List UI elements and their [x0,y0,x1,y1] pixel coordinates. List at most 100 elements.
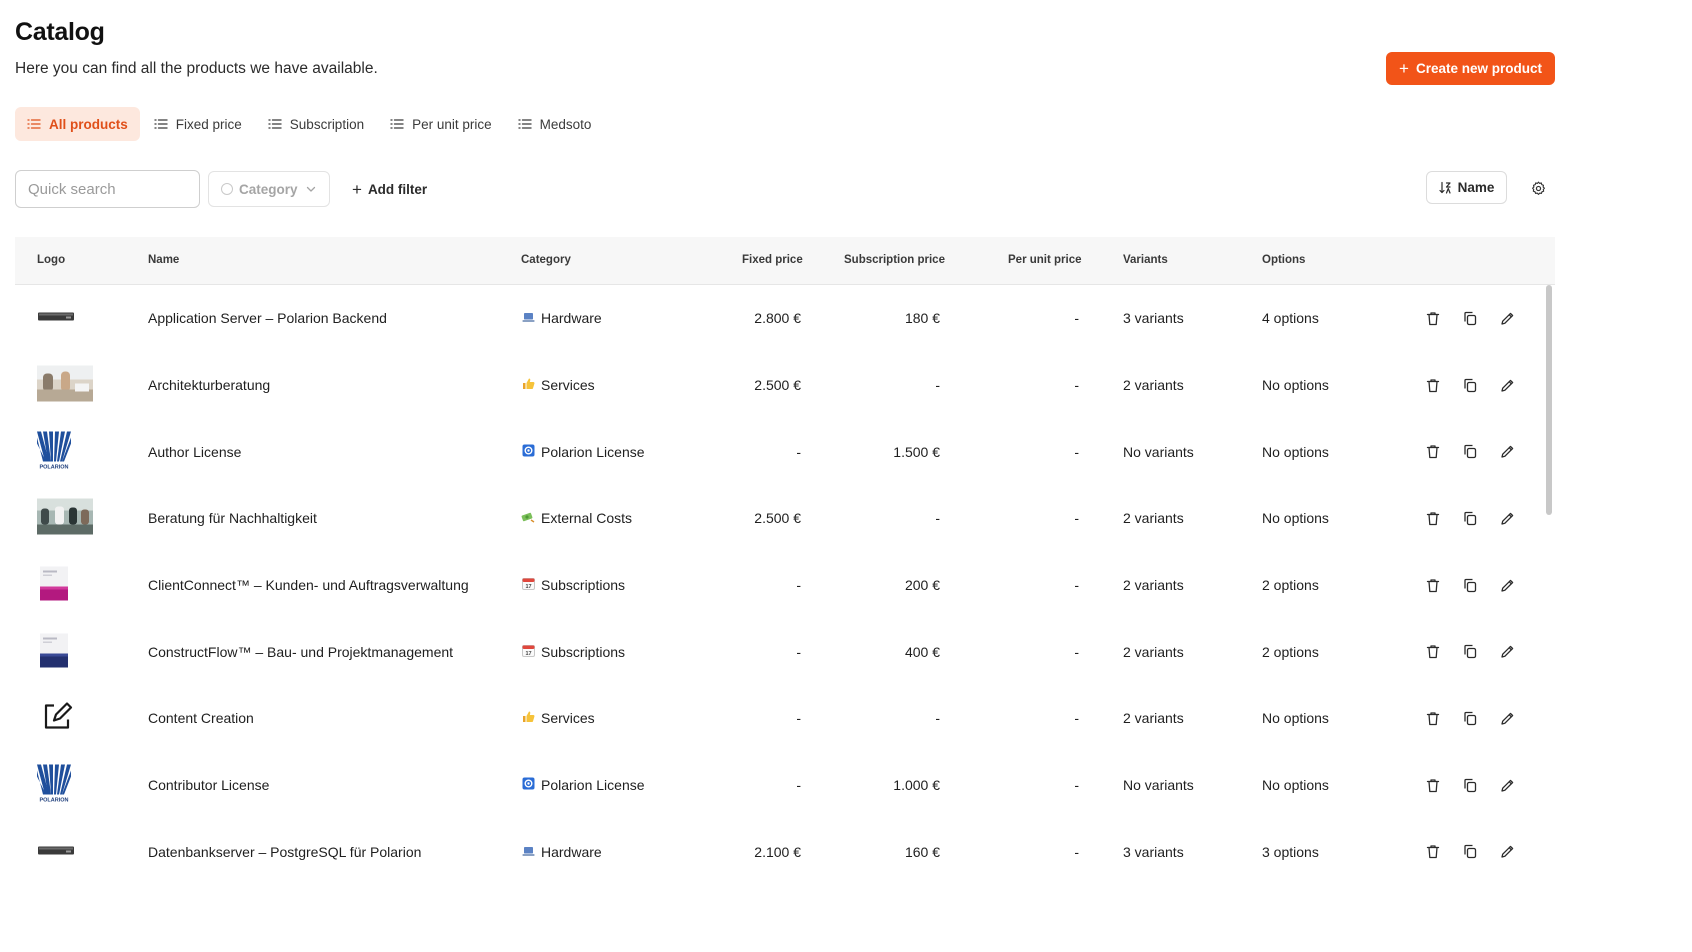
options-count: No options [1262,510,1329,527]
table-row[interactable]: Architekturberatung Services 2.500 € - - 2 va… [15,352,1555,419]
product-logo-image [37,631,71,672]
product-name: Application Server – Polarion Backend [148,310,387,327]
delete-icon[interactable] [1425,510,1441,526]
edit-icon[interactable] [1499,710,1515,726]
fixed-price-value: - [796,643,801,660]
sort-icon [1439,181,1451,194]
table-body: Application Server – Polarion Backend Har… [15,285,1555,885]
duplicate-icon[interactable] [1462,377,1478,393]
product-name: ConstructFlow™ – Bau- und Projektmanagem… [148,643,454,660]
delete-icon[interactable] [1425,844,1441,860]
delete-icon[interactable] [1425,310,1441,326]
category-label: External Costs [541,510,633,527]
tab-medsoto[interactable]: Medsoto [506,107,604,141]
category-filter-label: Category [239,181,298,197]
delete-icon[interactable] [1425,444,1441,460]
per-unit-price-value: - [1074,843,1079,860]
subscription-price-value: - [935,377,940,394]
create-product-button[interactable]: + Create new product [1386,52,1555,85]
variants-count: No variants [1123,443,1194,460]
edit-icon[interactable] [1499,310,1515,326]
category-label: Polarion License [541,443,645,460]
product-name: Datenbankserver – PostgreSQL für Polario… [148,843,422,860]
add-filter-button[interactable]: + Add filter [344,175,435,204]
fixed-price-value: 2.800 € [754,310,801,327]
fixed-price-value: - [796,577,801,594]
tab-label: Medsoto [539,116,592,132]
options-count: No options [1262,377,1329,394]
duplicate-icon[interactable] [1462,644,1478,660]
polarion-badge-icon [521,777,535,793]
delete-icon[interactable] [1425,644,1441,660]
tab-all-products[interactable]: All products [15,107,140,141]
calendar-icon: 17 [521,644,535,660]
product-tabs: All products Fixed price Subscription Pe… [15,107,603,141]
edit-icon[interactable] [1499,577,1515,593]
duplicate-icon[interactable] [1462,777,1478,793]
sort-button[interactable]: Name [1426,171,1507,204]
edit-icon[interactable] [1499,777,1515,793]
table-row[interactable]: Beratung für Nachhaltigkeit External Cost… [15,485,1555,552]
per-unit-price-value: - [1074,777,1079,794]
product-name: Content Creation [148,710,254,727]
fixed-price-value: 2.100 € [754,843,801,860]
calendar-icon: 17 [521,577,535,593]
delete-icon[interactable] [1425,777,1441,793]
tab-label: Fixed price [175,116,242,132]
row-actions [1425,710,1515,726]
edit-icon[interactable] [1499,644,1515,660]
edit-icon[interactable] [1499,510,1515,526]
duplicate-icon[interactable] [1462,710,1478,726]
edit-icon[interactable] [1499,377,1515,393]
duplicate-icon[interactable] [1462,444,1478,460]
product-category: Hardware [521,844,602,860]
list-icon [517,119,532,129]
product-category: External Costs [521,510,632,526]
table-row[interactable]: Content Creation Services - - - 2 variants No … [15,685,1555,752]
tab-subscription[interactable]: Subscription [256,107,376,141]
edit-icon[interactable] [1499,444,1515,460]
money-icon [521,511,535,526]
duplicate-icon[interactable] [1462,577,1478,593]
variants-count: 3 variants [1123,843,1184,860]
per-unit-price-value: - [1074,510,1079,527]
tab-label: Per unit price [412,116,492,132]
table-row[interactable]: POLARION Author License Polarion License - 1… [15,418,1555,485]
category-label: Subscriptions [541,577,626,594]
table-row[interactable]: ConstructFlow™ – Bau- und Projektmanagem… [15,618,1555,685]
table-settings-button[interactable] [1528,178,1548,198]
product-category: 17 Subscriptions [521,644,625,660]
svg-text:POLARION: POLARION [39,798,68,803]
duplicate-icon[interactable] [1462,844,1478,860]
product-name: Author License [148,443,242,460]
quick-search-input[interactable] [15,170,200,208]
table-row[interactable]: Datenbankserver – PostgreSQL für Polario… [15,819,1555,886]
category-label: Services [541,377,595,394]
category-filter-dropdown[interactable]: Category [208,171,330,207]
variants-count: 2 variants [1123,710,1184,727]
list-icon [27,119,41,129]
variants-count: 3 variants [1123,310,1184,327]
edit-icon[interactable] [1499,844,1515,860]
category-label: Subscriptions [541,643,626,660]
thumbs-up-icon [521,710,535,726]
tab-label: All products [49,116,128,132]
vertical-scrollbar[interactable] [1546,285,1552,515]
subscription-price-value: 1.000 € [893,777,940,794]
product-logo-image: POLARION [37,764,71,806]
delete-icon[interactable] [1425,710,1441,726]
tab-per-unit-price[interactable]: Per unit price [378,107,504,141]
tab-fixed-price[interactable]: Fixed price [142,107,254,141]
product-name: Beratung für Nachhaltigkeit [148,510,317,527]
variants-count: 2 variants [1123,510,1184,527]
delete-icon[interactable] [1425,577,1441,593]
options-count: No options [1262,443,1329,460]
duplicate-icon[interactable] [1462,510,1478,526]
product-name: ClientConnect™ – Kunden- und Auftragsver… [148,577,469,594]
duplicate-icon[interactable] [1462,310,1478,326]
table-row[interactable]: POLARION Contributor License Polarion Lice… [15,752,1555,819]
table-row[interactable]: Application Server – Polarion Backend Har… [15,285,1555,352]
table-row[interactable]: ClientConnect™ – Kunden- und Auftragsver… [15,552,1555,619]
delete-icon[interactable] [1425,377,1441,393]
fixed-price-value: - [796,777,801,794]
